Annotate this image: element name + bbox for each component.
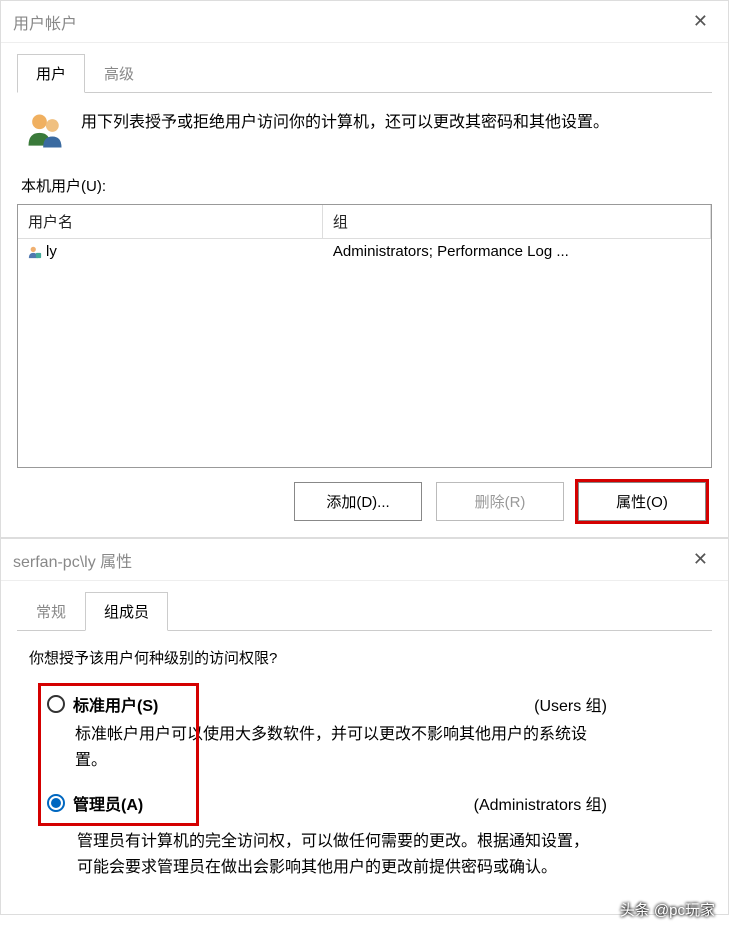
access-level-question: 你想授予该用户何种级别的访问权限? <box>29 647 712 668</box>
close-icon[interactable]: ✕ <box>685 9 716 34</box>
radio-standard-row[interactable]: 标准用户(S) (Users 组) <box>47 692 607 716</box>
dialog-body: 用户 高级 用下列表授予或拒绝用户访问你的计算机，还可以更改其密码和其他设置。 … <box>1 43 728 537</box>
user-accounts-dialog: 用户帐户 ✕ 用户 高级 用下列表授予或拒绝用户访问你的计算机，还可以更改其密码… <box>0 0 729 538</box>
button-row: 添加(D)... 删除(R) 属性(O) <box>17 482 712 521</box>
dialog-body: 常规 组成员 你想授予该用户何种级别的访问权限? 标准用户(S) (Users … <box>1 581 728 914</box>
dialog-title: serfan-pc\ly 属性 <box>13 548 132 572</box>
close-icon[interactable]: ✕ <box>685 547 716 572</box>
column-group[interactable]: 组 <box>323 205 711 239</box>
user-icon <box>28 245 42 259</box>
list-header: 用户名 组 <box>18 205 711 239</box>
dialog-title: 用户帐户 <box>13 10 77 34</box>
intro-row: 用下列表授予或拒绝用户访问你的计算机，还可以更改其密码和其他设置。 <box>23 109 706 153</box>
intro-text: 用下列表授予或拒绝用户访问你的计算机，还可以更改其密码和其他设置。 <box>81 109 609 136</box>
cell-username: ly <box>18 239 323 264</box>
tab-bar: 常规 组成员 <box>17 591 712 631</box>
tab-bar: 用户 高级 <box>17 53 712 93</box>
radio-group-highlight: 标准用户(S) (Users 组) 标准帐户用户可以使用大多数软件，并可以更改不… <box>41 686 196 823</box>
tab-advanced[interactable]: 高级 <box>85 54 153 93</box>
radio-admin-group: (Administrators 组) <box>474 791 607 815</box>
watermark: 头条 @pc玩家 <box>620 899 715 920</box>
users-icon <box>23 109 67 153</box>
username-text: ly <box>46 243 57 260</box>
tab-members[interactable]: 组成员 <box>85 592 168 631</box>
dialog-header: serfan-pc\ly 属性 ✕ <box>1 539 728 581</box>
radio-standard-label: 标准用户(S) <box>73 692 158 716</box>
properties-button[interactable]: 属性(O) <box>578 482 706 521</box>
cell-group: Administrators; Performance Log ... <box>323 239 711 264</box>
local-users-label: 本机用户(U): <box>21 175 708 196</box>
radio-standard-group: (Users 组) <box>534 692 607 716</box>
tab-general[interactable]: 常规 <box>17 592 85 631</box>
radio-admin[interactable] <box>47 794 65 812</box>
radio-standard[interactable] <box>47 695 65 713</box>
users-listbox[interactable]: 用户名 组 ly Administrators; Performance Log… <box>17 204 712 468</box>
radio-admin-desc: 管理员有计算机的完全访问权，可以做任何需要的更改。根据通知设置，可能会要求管理员… <box>77 829 597 880</box>
radio-admin-label: 管理员(A) <box>73 791 143 815</box>
column-username[interactable]: 用户名 <box>18 205 323 239</box>
tab-users[interactable]: 用户 <box>17 54 85 93</box>
user-properties-dialog: serfan-pc\ly 属性 ✕ 常规 组成员 你想授予该用户何种级别的访问权… <box>0 538 729 915</box>
table-row[interactable]: ly Administrators; Performance Log ... <box>18 239 711 264</box>
radio-standard-desc: 标准帐户用户可以使用大多数软件，并可以更改不影响其他用户的系统设置。 <box>75 722 595 773</box>
add-button[interactable]: 添加(D)... <box>294 482 422 521</box>
dialog-header: 用户帐户 ✕ <box>1 1 728 43</box>
radio-admin-row[interactable]: 管理员(A) (Administrators 组) <box>47 791 607 815</box>
remove-button: 删除(R) <box>436 482 564 521</box>
